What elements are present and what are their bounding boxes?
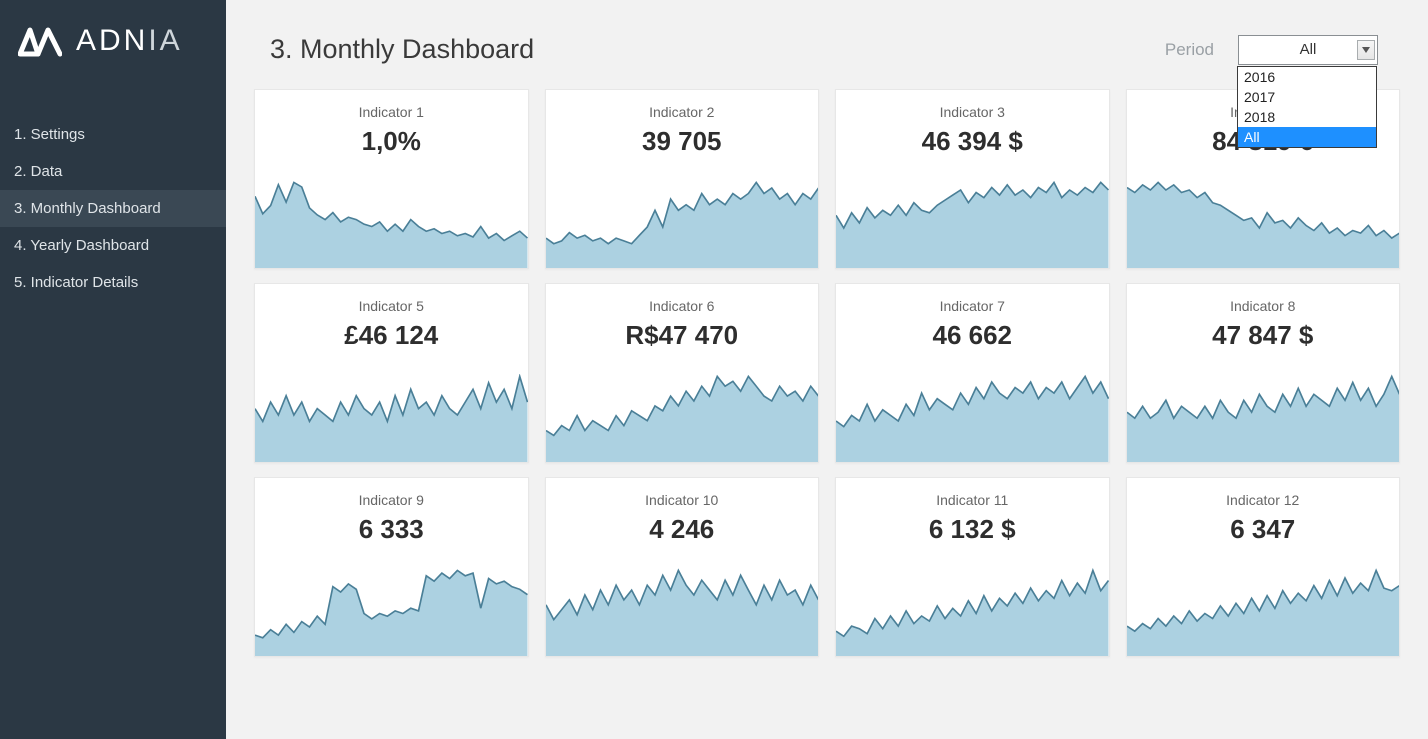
indicator-card[interactable]: Indicator 10 4 246 xyxy=(545,477,820,657)
sparkline-chart xyxy=(836,374,1109,462)
indicator-card[interactable]: Indicator 5 £46 124 xyxy=(254,283,529,463)
indicator-card[interactable]: Indicator 7 46 662 xyxy=(835,283,1110,463)
period-option-2017[interactable]: 2017 xyxy=(1238,87,1376,107)
indicator-title: Indicator 12 xyxy=(1127,492,1400,508)
indicator-value: 6 132 $ xyxy=(836,514,1109,545)
period-dropdown: 2016 2017 2018 All xyxy=(1237,66,1377,148)
header: 3. Monthly Dashboard Period All 2016 201… xyxy=(250,0,1404,89)
sparkline-chart xyxy=(546,374,819,462)
indicator-title: Indicator 5 xyxy=(255,298,528,314)
indicator-value: 46 662 xyxy=(836,320,1109,351)
indicator-title: Indicator 1 xyxy=(255,104,528,120)
period-option-2018[interactable]: 2018 xyxy=(1238,107,1376,127)
indicator-card[interactable]: Indicator 1 1,0% xyxy=(254,89,529,269)
indicator-card[interactable]: Indicator 12 6 347 xyxy=(1126,477,1401,657)
period-label: Period xyxy=(1165,40,1214,60)
brand-name-thin: IA xyxy=(148,24,182,57)
sparkline-chart xyxy=(255,180,528,268)
period-select-value: All xyxy=(1300,41,1317,58)
period-filter: Period All 2016 2017 2018 All xyxy=(1165,35,1378,65)
sparkline-chart xyxy=(546,180,819,268)
indicator-card[interactable]: Indicator 6 R$47 470 xyxy=(545,283,820,463)
indicator-value: 6 333 xyxy=(255,514,528,545)
indicator-card[interactable]: Indicator 3 46 394 $ xyxy=(835,89,1110,269)
brand-name: ADNIA xyxy=(76,24,183,58)
indicator-card[interactable]: Indicator 8 47 847 $ xyxy=(1126,283,1401,463)
indicator-title: Indicator 11 xyxy=(836,492,1109,508)
indicator-value: 39 705 xyxy=(546,126,819,157)
sparkline-chart xyxy=(1127,374,1400,462)
indicator-card[interactable]: Indicator 9 6 333 xyxy=(254,477,529,657)
chevron-down-icon[interactable] xyxy=(1357,40,1375,60)
indicator-title: Indicator 9 xyxy=(255,492,528,508)
sparkline-chart xyxy=(546,568,819,656)
sidebar-nav: 1. Settings 2. Data 3. Monthly Dashboard… xyxy=(0,116,226,301)
page-title: 3. Monthly Dashboard xyxy=(270,34,534,65)
main: 3. Monthly Dashboard Period All 2016 201… xyxy=(226,0,1428,739)
sidebar-item-indicator-details[interactable]: 5. Indicator Details xyxy=(0,264,226,301)
sidebar-item-monthly-dashboard[interactable]: 3. Monthly Dashboard xyxy=(0,190,226,227)
period-option-all[interactable]: All xyxy=(1238,127,1376,147)
indicator-title: Indicator 7 xyxy=(836,298,1109,314)
sidebar: ADNIA 1. Settings 2. Data 3. Monthly Das… xyxy=(0,0,226,739)
period-select[interactable]: All 2016 2017 2018 All xyxy=(1238,35,1378,65)
sidebar-item-data[interactable]: 2. Data xyxy=(0,153,226,190)
period-option-2016[interactable]: 2016 xyxy=(1238,67,1376,87)
indicator-value: 6 347 xyxy=(1127,514,1400,545)
indicator-title: Indicator 2 xyxy=(546,104,819,120)
indicator-value: R$47 470 xyxy=(546,320,819,351)
sidebar-item-settings[interactable]: 1. Settings xyxy=(0,116,226,153)
sidebar-item-yearly-dashboard[interactable]: 4. Yearly Dashboard xyxy=(0,227,226,264)
indicator-value: 1,0% xyxy=(255,126,528,157)
sparkline-chart xyxy=(255,374,528,462)
sparkline-chart xyxy=(836,180,1109,268)
indicator-value: 46 394 $ xyxy=(836,126,1109,157)
indicator-value: £46 124 xyxy=(255,320,528,351)
sparkline-chart xyxy=(255,568,528,656)
indicator-title: Indicator 3 xyxy=(836,104,1109,120)
indicator-value: 4 246 xyxy=(546,514,819,545)
brand-name-strong: ADN xyxy=(76,24,148,57)
brand: ADNIA xyxy=(0,0,226,88)
sparkline-chart xyxy=(1127,568,1400,656)
indicator-grid: Indicator 1 1,0% Indicator 2 39 705 Indi… xyxy=(250,89,1404,657)
indicator-card[interactable]: Indicator 11 6 132 $ xyxy=(835,477,1110,657)
indicator-title: Indicator 8 xyxy=(1127,298,1400,314)
sparkline-chart xyxy=(1127,180,1400,268)
indicator-value: 47 847 $ xyxy=(1127,320,1400,351)
indicator-title: Indicator 6 xyxy=(546,298,819,314)
indicator-card[interactable]: Indicator 2 39 705 xyxy=(545,89,820,269)
brand-logo-icon xyxy=(18,24,62,58)
sparkline-chart xyxy=(836,568,1109,656)
indicator-title: Indicator 10 xyxy=(546,492,819,508)
